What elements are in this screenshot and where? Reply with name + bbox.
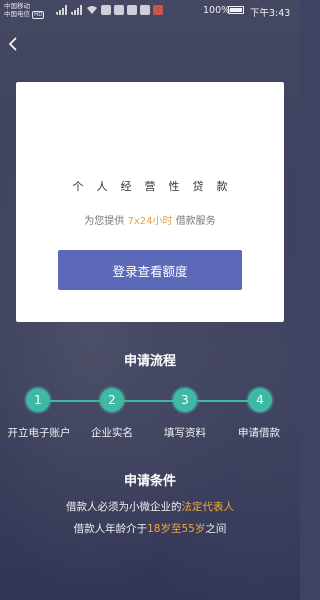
- step-1-circle: 1: [26, 388, 50, 412]
- app-notification-icon: [127, 5, 137, 15]
- subtitle-highlight: 7x24小时: [127, 216, 173, 227]
- signal-2-icon: [71, 5, 82, 15]
- carrier-2-name: 中国电信: [4, 10, 30, 18]
- step-connector: [50, 400, 100, 402]
- battery-icon: [228, 6, 244, 14]
- clock: 下午3:43: [250, 8, 291, 19]
- step-connector: [124, 400, 174, 402]
- product-subtitle: 为您提供 7x24小时 借款服务: [0, 212, 300, 227]
- step-2-circle: 2: [100, 388, 124, 412]
- wifi-icon: [87, 6, 97, 14]
- condition-1: 借款人必须为小微企业的法定代表人: [0, 499, 300, 514]
- image-notification-icon: [140, 5, 150, 15]
- status-icons: [56, 4, 163, 16]
- conditions-title: 申请条件: [123, 474, 176, 489]
- signal-icon: [56, 5, 67, 15]
- condition-2-suffix: 之间: [205, 523, 227, 535]
- app-notification-icon: [101, 5, 111, 15]
- step-4-circle: 4: [248, 388, 272, 412]
- condition-2: 借款人年龄介于18岁至55岁之间: [0, 521, 300, 536]
- step-4-label: 申请借款: [238, 427, 280, 439]
- condition-1-text: 借款人必须为小微企业的: [66, 501, 182, 513]
- carrier-2: 中国电信 HD: [4, 10, 45, 19]
- condition-2-highlight: 18岁至55岁: [147, 523, 206, 535]
- status-bar: 中国移动 中国电信 HD 100% 下午3:43: [0, 0, 300, 20]
- back-button[interactable]: [4, 34, 22, 54]
- step-connector: [197, 400, 248, 402]
- app-notification-icon: [153, 5, 163, 15]
- product-title: 个人经营性贷款: [72, 180, 241, 193]
- condition-2-text: 借款人年龄介于: [73, 523, 148, 535]
- chevron-left-icon: [8, 37, 17, 51]
- process-title: 申请流程: [123, 354, 176, 369]
- condition-1-highlight: 法定代表人: [181, 501, 235, 513]
- step-3-circle: 3: [173, 388, 197, 412]
- carrier-1: 中国移动: [4, 2, 30, 10]
- subtitle-prefix: 为您提供: [84, 216, 125, 227]
- battery-percent: 100%: [203, 5, 231, 16]
- carrier-info: 中国移动 中国电信 HD: [4, 2, 45, 19]
- login-view-limit-button[interactable]: 登录查看额度: [58, 250, 242, 290]
- app-notification-icon: [114, 5, 124, 15]
- hd-badge: HD: [32, 11, 45, 19]
- subtitle-suffix: 借款服务: [175, 216, 216, 227]
